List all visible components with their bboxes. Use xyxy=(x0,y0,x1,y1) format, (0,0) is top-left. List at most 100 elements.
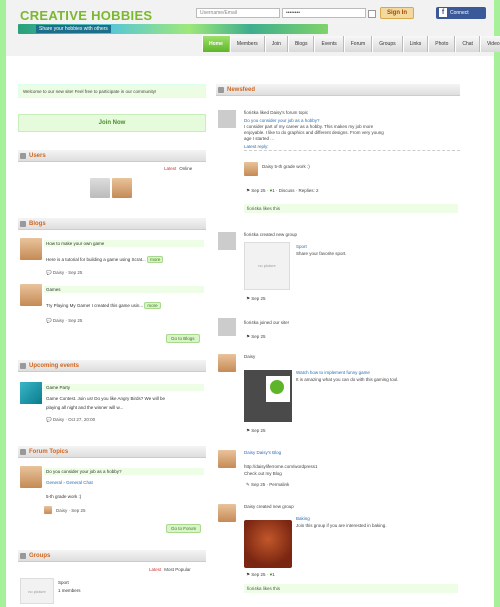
feed-actor[interactable]: fiori4ka liked Daisy's forum topic xyxy=(244,110,460,116)
forum-date: Sep 25 xyxy=(71,508,86,513)
feed-avatar[interactable] xyxy=(218,504,236,522)
pencil-icon xyxy=(20,221,26,227)
feed-actor[interactable]: Daisy created new group xyxy=(244,504,294,510)
feed-group-name[interactable]: Baking xyxy=(296,516,310,522)
likes-bar: fiori4ka likes this xyxy=(244,584,458,593)
feed-avatar[interactable] xyxy=(218,354,236,372)
feed-video-desc: It is amazing what you can do with this … xyxy=(296,377,399,382)
feed-actor[interactable]: fiori4ka joined our site! xyxy=(244,320,289,326)
facebook-connect-label: Connect xyxy=(450,10,469,16)
tab-latest[interactable]: Latest xyxy=(164,166,176,171)
tab-latest[interactable]: Latest xyxy=(149,567,161,572)
feed-avatar[interactable] xyxy=(218,232,236,250)
like-count: 1 xyxy=(272,188,275,193)
feed-actor[interactable]: Daisy Daisy's Blog xyxy=(244,450,281,456)
nav-chat[interactable]: Chat xyxy=(455,36,480,52)
tagline-text: Share your hobbies with others xyxy=(36,25,111,33)
go-to-blogs-button[interactable]: Go to Blogs xyxy=(166,334,200,343)
feed-avatar[interactable] xyxy=(218,110,236,128)
blogs-header: Blogs xyxy=(18,218,206,230)
group-picture[interactable]: no picture xyxy=(244,242,290,290)
feed-avatar[interactable] xyxy=(218,450,236,468)
blog-excerpt-text: Here is a tutorial for building a game u… xyxy=(46,257,146,262)
event-thumbnail[interactable] xyxy=(20,382,42,404)
signin-button[interactable]: Sign In xyxy=(380,7,414,19)
more-button[interactable]: more xyxy=(147,256,164,263)
feed-blog-check: Check out my Blog xyxy=(244,471,282,476)
forum-title: Forum Topics xyxy=(29,449,69,455)
event-author[interactable]: Daisy xyxy=(53,417,64,422)
feed-item: fiori4ka liked Daisy's forum topic Do yo… xyxy=(244,110,460,151)
blogs-title: Blogs xyxy=(29,221,46,227)
events-header: Upcoming events xyxy=(18,360,206,372)
forum-avatar[interactable] xyxy=(20,466,42,488)
tab-online[interactable]: Online xyxy=(179,166,192,171)
group-name[interactable]: Sport xyxy=(58,580,69,585)
page: CREATIVE HOBBIES Share your hobbies with… xyxy=(6,0,500,607)
password-input[interactable]: •••••••• xyxy=(282,8,366,18)
forum-reply-avatar[interactable] xyxy=(44,506,52,514)
event-title[interactable]: Game Party xyxy=(44,384,204,391)
groups-tabs: Latest Most Popular xyxy=(146,567,191,572)
feed-avatar[interactable] xyxy=(218,318,236,336)
nav-events[interactable]: Events xyxy=(314,36,344,52)
blog-meta: 💬 Daisy · Sep 25 xyxy=(46,318,83,323)
nav-forum[interactable]: Forum xyxy=(343,36,373,52)
feed-date: Sep 25 xyxy=(251,572,266,577)
nav-groups[interactable]: Groups xyxy=(372,36,403,52)
permalink-link[interactable]: Permalink xyxy=(269,482,289,487)
nav-video[interactable]: Video xyxy=(479,36,500,52)
replies-count[interactable]: Replies: 2 xyxy=(299,188,319,193)
feed-latest-reply: Latest reply: xyxy=(244,144,460,151)
nav-blogs[interactable]: Blogs xyxy=(287,36,315,52)
forum-author[interactable]: Daisy xyxy=(56,508,67,513)
newsfeed-header: Newsfeed xyxy=(216,84,460,96)
join-now-button[interactable]: Join Now xyxy=(18,114,206,132)
blog-title[interactable]: How to make your own game xyxy=(44,240,204,247)
feed-body-3: age I started ... xyxy=(244,136,275,141)
feed-group-desc: Share your favorite sport. xyxy=(296,251,347,256)
feed-blog-link[interactable]: http://daisyliferrome.com/wordpress1 xyxy=(244,464,318,470)
user-avatar[interactable] xyxy=(90,178,110,198)
game-screenshot[interactable] xyxy=(244,370,292,422)
feed-actor[interactable]: Daisy xyxy=(244,354,255,360)
blog-avatar[interactable] xyxy=(20,284,42,306)
feed-reply-avatar[interactable] xyxy=(244,162,258,176)
feed-actor[interactable]: fiori4ka created new group xyxy=(244,232,297,238)
user-avatar[interactable] xyxy=(112,178,132,198)
nav-links[interactable]: Links xyxy=(402,36,429,52)
site-logo[interactable]: CREATIVE HOBBIES xyxy=(20,8,152,23)
groups-header: Groups xyxy=(18,550,206,562)
remember-checkbox[interactable] xyxy=(368,10,376,18)
go-to-forum-button[interactable]: Go to Forum xyxy=(166,524,202,533)
group-thumbnail[interactable]: no picture xyxy=(20,578,54,604)
discuss-link[interactable]: Discuss xyxy=(279,188,295,193)
baking-group-picture[interactable] xyxy=(244,520,292,568)
header: CREATIVE HOBBIES Share your hobbies with… xyxy=(6,0,500,56)
blog-author[interactable]: Daisy xyxy=(53,318,64,323)
blog-avatar[interactable] xyxy=(20,238,42,260)
forum-topic[interactable]: Do you consider your job as a hobby? xyxy=(44,468,204,475)
main-nav: Home Members Join Blogs Events Forum Gro… xyxy=(202,36,500,52)
forum-breadcrumb[interactable]: General › General Chat xyxy=(46,480,93,485)
users-icon xyxy=(20,153,26,159)
like-count: 1 xyxy=(272,572,275,577)
feed-group-name[interactable]: Sport xyxy=(296,244,307,250)
nav-home[interactable]: Home xyxy=(202,36,230,52)
facebook-connect-button[interactable]: f Connect xyxy=(436,7,486,19)
nav-members[interactable]: Members xyxy=(229,36,265,52)
users-header: Users xyxy=(18,150,206,162)
feed-date: Sep 25 xyxy=(251,296,266,301)
groups-icon xyxy=(20,553,26,559)
nav-photo[interactable]: Photo xyxy=(428,36,456,52)
users-tabs: Latest Online xyxy=(161,166,192,171)
tab-most-popular[interactable]: Most Popular xyxy=(164,567,191,572)
more-button[interactable]: more xyxy=(144,302,161,309)
blog-title[interactable]: Games xyxy=(44,286,204,293)
feed-video-title[interactable]: Watch how to implement funny game xyxy=(296,370,370,376)
blog-date: Sep 25 xyxy=(68,270,83,275)
blog-meta: 💬 Daisy · Sep 25 xyxy=(46,270,83,275)
nav-join[interactable]: Join xyxy=(264,36,288,52)
username-input[interactable]: Username/Email xyxy=(196,8,280,18)
blog-author[interactable]: Daisy xyxy=(53,270,64,275)
